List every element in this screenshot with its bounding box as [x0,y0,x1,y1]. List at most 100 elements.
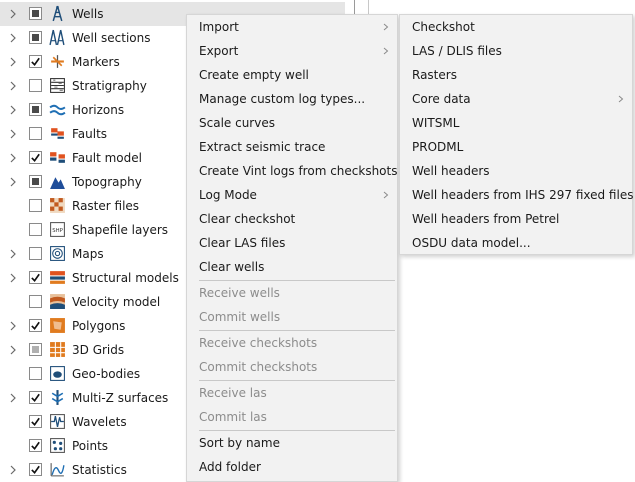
visibility-checkbox[interactable] [29,343,42,356]
tree-item-label: Well sections [72,31,151,45]
visibility-checkbox[interactable] [29,367,42,380]
expand-arrow-icon[interactable] [8,122,18,146]
menu-item-clear-wells[interactable]: Clear wells [187,255,397,279]
tree-item-label: Velocity model [72,295,161,309]
tree-item-label: Horizons [72,103,125,117]
expand-arrow-icon[interactable] [8,26,18,50]
menu-item-import[interactable]: Import [187,15,397,39]
expand-arrow-icon[interactable] [8,98,18,122]
points-icon [49,437,66,454]
tree-item-label: Wavelets [72,415,127,429]
visibility-checkbox[interactable] [29,391,42,404]
menu-item-las-dlis-files[interactable]: LAS / DLIS files [400,39,632,63]
menu-item-label: Receive checkshots [199,336,318,350]
expand-arrow-icon[interactable] [8,2,18,26]
menu-item-add-folder[interactable]: Add folder [187,455,397,479]
markers-icon [49,53,66,70]
expand-arrow-icon[interactable] [8,314,18,338]
visibility-checkbox[interactable] [29,175,42,188]
expand-arrow-icon[interactable] [8,242,18,266]
menu-item-create-vint-logs-from-checkshots[interactable]: Create Vint logs from checkshots [187,159,397,183]
visibility-checkbox[interactable] [29,223,42,236]
visibility-checkbox[interactable] [29,7,42,20]
visibility-checkbox[interactable] [29,247,42,260]
menu-separator [199,430,395,431]
visibility-checkbox[interactable] [29,463,42,476]
structural-models-icon [49,269,66,286]
menu-item-clear-las-files[interactable]: Clear LAS files [187,231,397,255]
menu-item-manage-custom-log-types[interactable]: Manage custom log types... [187,87,397,111]
visibility-checkbox[interactable] [29,199,42,212]
tree-item-label: Topography [72,175,142,189]
menu-item-scale-curves[interactable]: Scale curves [187,111,397,135]
menu-item-create-empty-well[interactable]: Create empty well [187,63,397,87]
geobodies-icon [49,365,66,382]
expand-arrow-icon[interactable] [8,170,18,194]
tree-item-label: Raster files [72,199,140,213]
menu-item-label: Extract seismic trace [199,140,326,154]
visibility-checkbox[interactable] [29,319,42,332]
menu-item-well-headers-from-ihs-297-fixed-files[interactable]: Well headers from IHS 297 fixed files [400,183,633,207]
menu-item-label: Commit wells [199,310,281,324]
expand-arrow-icon[interactable] [8,458,18,482]
menu-item-label: Commit las [199,410,267,424]
menu-item-label: Well headers from Petrel [412,212,560,226]
menu-item-label: Export [199,44,239,58]
visibility-checkbox[interactable] [29,103,42,116]
expand-arrow-icon[interactable] [8,74,18,98]
menu-item-label: Create Vint logs from checkshots [199,164,398,178]
menu-item-label: Rasters [412,68,457,82]
menu-item-label: LAS / DLIS files [412,44,502,58]
menu-item-label: Add folder [199,460,261,474]
menu-separator [199,280,395,281]
expand-arrow-icon[interactable] [8,338,18,362]
visibility-checkbox[interactable] [29,31,42,44]
visibility-checkbox[interactable] [29,151,42,164]
well-section-icon [49,29,66,46]
menu-item-commit-las: Commit las [187,405,397,429]
menu-item-log-mode[interactable]: Log Mode [187,183,397,207]
menu-item-label: Well headers [412,164,490,178]
menu-item-label: Log Mode [199,188,257,202]
visibility-checkbox[interactable] [29,127,42,140]
menu-item-label: Scale curves [199,116,275,130]
menu-item-checkshot[interactable]: Checkshot [400,15,632,39]
menu-item-rasters[interactable]: Rasters [400,63,632,87]
expand-arrow-icon[interactable] [8,50,18,74]
tree-item-label: Structural models [72,271,179,285]
menu-item-well-headers[interactable]: Well headers [400,159,632,183]
menu-item-core-data[interactable]: Core data [400,87,632,111]
menu-item-witsml[interactable]: WITSML [400,111,632,135]
menu-item-label: WITSML [412,116,460,130]
menu-item-well-headers-from-petrel[interactable]: Well headers from Petrel [400,207,632,231]
menu-item-label: Create empty well [199,68,309,82]
menu-item-clear-checkshot[interactable]: Clear checkshot [187,207,397,231]
menu-item-extract-seismic-trace[interactable]: Extract seismic trace [187,135,397,159]
shapefile-icon: SHP [49,221,66,238]
expand-arrow-icon[interactable] [8,146,18,170]
statistics-icon [49,461,66,478]
menu-item-sort-by-name[interactable]: Sort by name [187,431,397,455]
menu-item-osdu-data-model[interactable]: OSDU data model... [400,231,632,255]
expand-arrow-icon[interactable] [8,386,18,410]
visibility-checkbox[interactable] [29,295,42,308]
menu-item-prodml[interactable]: PRODML [400,135,632,159]
menu-item-label: Receive las [199,386,267,400]
menu-item-label: PRODML [412,140,464,154]
menu-item-export[interactable]: Export [187,39,397,63]
tree-item-label: Multi-Z surfaces [72,391,169,405]
wavelets-icon [49,413,66,430]
menu-item-label: Clear wells [199,260,265,274]
well-icon [49,5,66,22]
tree-item-label: Faults [72,127,108,141]
visibility-checkbox[interactable] [29,55,42,68]
tree-item-label: Polygons [72,319,126,333]
tree-item-label: Maps [72,247,104,261]
expand-arrow-icon[interactable] [8,266,18,290]
visibility-checkbox[interactable] [29,271,42,284]
visibility-checkbox[interactable] [29,415,42,428]
visibility-checkbox[interactable] [29,79,42,92]
menu-item-label: Core data [412,92,471,106]
visibility-checkbox[interactable] [29,439,42,452]
menu-item-label: Manage custom log types... [199,92,366,106]
